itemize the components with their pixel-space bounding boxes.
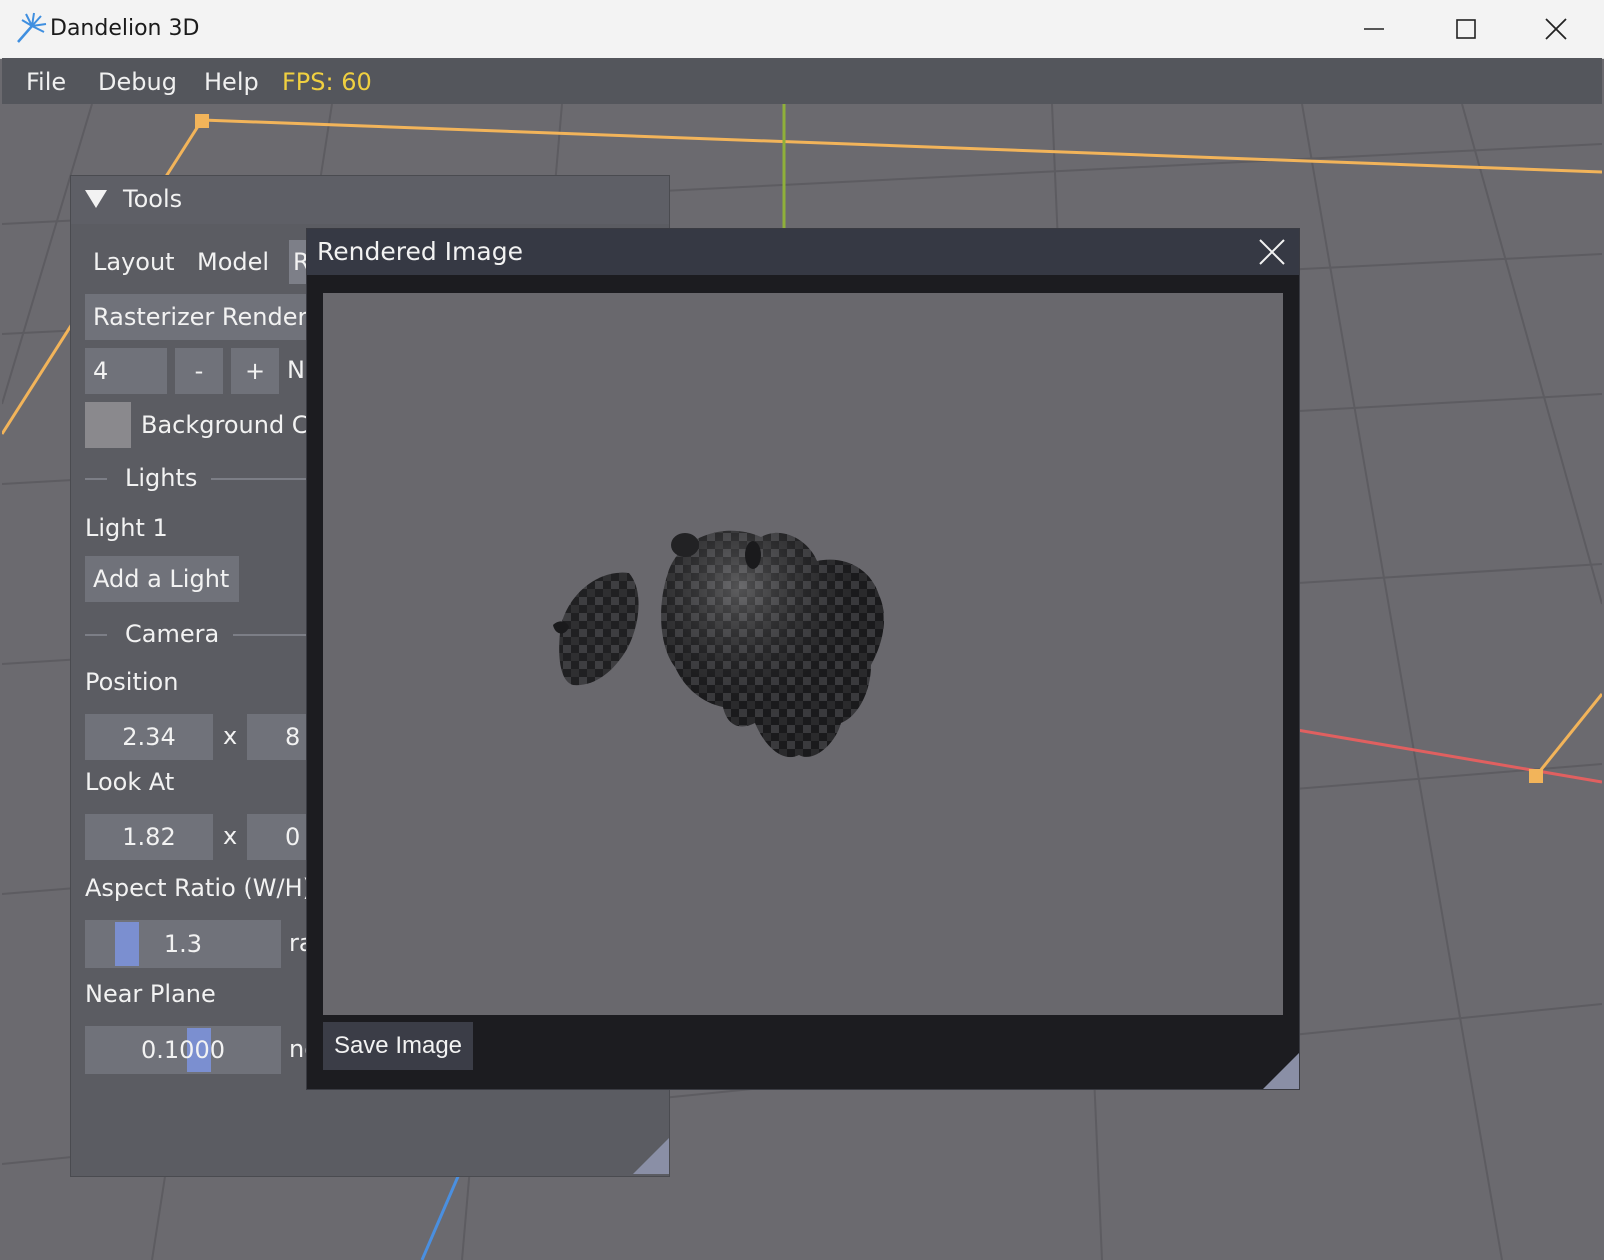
count-input[interactable]: 4	[85, 348, 167, 394]
rendered-image-dialog: Rendered Image Save Image	[306, 228, 1300, 1090]
save-image-button[interactable]: Save Image	[323, 1022, 473, 1070]
close-button[interactable]	[1510, 0, 1602, 58]
position-y-value: 8	[285, 723, 301, 751]
near-plane-slider[interactable]: 0.1000	[85, 1026, 281, 1074]
position-x-input[interactable]: 2.34	[85, 714, 213, 760]
lights-separator-right	[211, 478, 311, 480]
menu-file[interactable]: File	[26, 68, 66, 96]
tab-layout[interactable]: Layout	[93, 248, 175, 276]
increment-label: +	[244, 357, 266, 385]
dialog-title-bar[interactable]: Rendered Image	[307, 229, 1299, 275]
tools-header[interactable]: Tools	[71, 176, 669, 224]
count-input-value: 4	[93, 357, 109, 385]
decrement-label: -	[194, 357, 204, 385]
look-at-x-value: 1.82	[122, 823, 176, 851]
camera-separator-left	[85, 634, 107, 636]
tools-title: Tools	[123, 185, 183, 213]
tab-model[interactable]: Model	[197, 248, 269, 276]
rendered-cow-model	[553, 530, 885, 758]
background-color-label: Background C	[141, 411, 309, 439]
menu-bar: File Debug Help FPS: 60	[2, 58, 1602, 104]
light-1-label: Light 1	[85, 514, 168, 542]
add-light-label: Add a Light	[93, 565, 230, 593]
rendered-image	[323, 293, 1283, 1015]
position-x-separator: x	[223, 722, 238, 750]
aspect-ratio-slider[interactable]: 1.3	[85, 920, 281, 968]
dialog-resize-grip[interactable]	[1263, 1053, 1299, 1089]
look-at-x-input[interactable]: 1.82	[85, 814, 213, 860]
look-at-x-separator: x	[223, 822, 238, 850]
near-plane-value: 0.1000	[141, 1036, 225, 1064]
menu-help[interactable]: Help	[204, 68, 259, 96]
aspect-ratio-value: 1.3	[163, 930, 203, 958]
decrement-button[interactable]: -	[175, 348, 223, 394]
lights-separator-left	[85, 478, 107, 480]
add-light-button[interactable]: Add a Light	[85, 556, 239, 602]
minimize-button[interactable]	[1328, 0, 1420, 58]
count-label: N	[287, 356, 305, 384]
dandelion-logo-icon	[17, 12, 47, 43]
background-color-swatch[interactable]	[85, 402, 131, 448]
dialog-close-icon[interactable]	[1257, 237, 1287, 267]
look-at-y-value: 0	[285, 823, 301, 851]
tools-resize-grip[interactable]	[633, 1138, 669, 1174]
position-label: Position	[85, 668, 179, 696]
collapse-triangle-icon[interactable]	[85, 190, 107, 208]
dialog-title: Rendered Image	[317, 237, 523, 266]
look-at-label: Look At	[85, 768, 175, 796]
renderer-select-value: Rasterizer Rendere	[93, 303, 322, 331]
near-plane-label: Near Plane	[85, 980, 216, 1008]
position-x-value: 2.34	[122, 723, 176, 751]
aspect-ratio-label: Aspect Ratio (W/H)	[85, 874, 312, 902]
close-icon	[1545, 18, 1567, 40]
camera-section-heading: Camera	[125, 620, 220, 648]
menu-debug[interactable]: Debug	[98, 68, 177, 96]
fps-counter: FPS: 60	[282, 68, 372, 96]
app-title: Dandelion 3D	[50, 16, 200, 41]
increment-button[interactable]: +	[231, 348, 279, 394]
maximize-button[interactable]	[1420, 0, 1512, 58]
maximize-icon	[1456, 19, 1476, 39]
minimize-icon	[1364, 28, 1384, 30]
title-bar: Dandelion 3D	[0, 0, 1604, 59]
lights-section-heading: Lights	[125, 464, 198, 492]
camera-separator-right	[233, 634, 313, 636]
aspect-ratio-slider-handle[interactable]	[115, 922, 139, 966]
